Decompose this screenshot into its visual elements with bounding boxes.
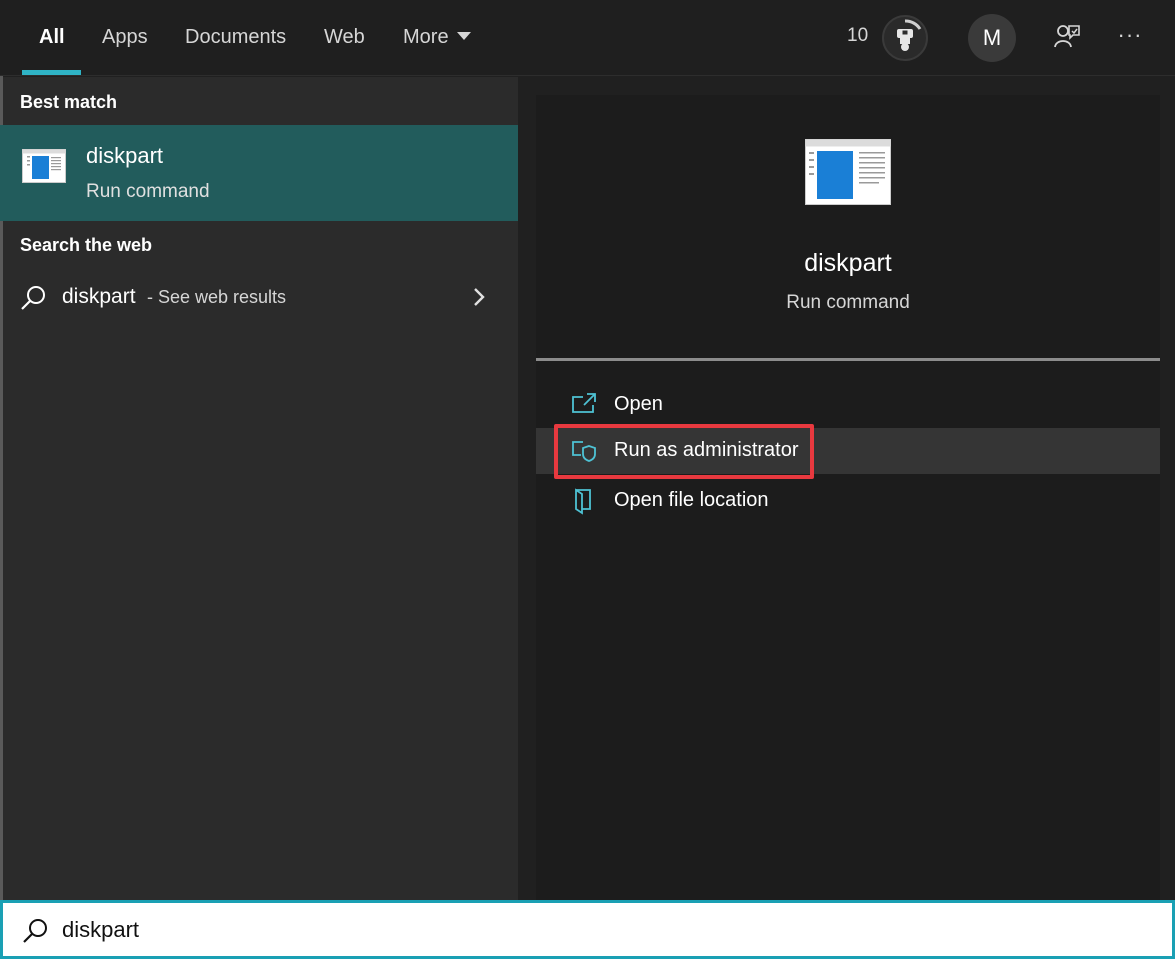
run-as-administrator-action[interactable]: Run as administrator [536, 424, 1160, 479]
open-icon [570, 391, 598, 419]
open-file-location-action[interactable]: Open file location [536, 478, 1160, 524]
file-location-icon [570, 487, 598, 515]
chevron-right-icon [470, 286, 488, 308]
tab-all[interactable]: All [39, 0, 65, 76]
tab-documents[interactable]: Documents [185, 0, 286, 76]
search-tabs-bar: All Apps Documents Web More 10 M ··· [0, 0, 1175, 76]
web-result-term: diskpart [62, 285, 136, 308]
open-label: Open [614, 393, 663, 415]
tab-web[interactable]: Web [324, 0, 365, 76]
best-match-heading: Best match [20, 92, 118, 112]
open-file-location-label: Open file location [614, 489, 769, 511]
best-match-result[interactable]: diskpart Run command [0, 125, 518, 221]
open-action[interactable]: Open [536, 382, 1160, 428]
divider [536, 358, 1160, 361]
best-match-subtitle: Run command [86, 181, 210, 202]
app-window-large-icon [805, 139, 891, 205]
detail-pane: diskpart Run command Open Run as adminis… [518, 77, 1175, 900]
tab-more[interactable]: More [403, 0, 471, 76]
tab-more-label: More [403, 26, 449, 48]
tab-apps[interactable]: Apps [102, 0, 148, 76]
more-options-icon[interactable]: ··· [1114, 22, 1146, 52]
search-input[interactable] [62, 911, 1112, 949]
user-avatar[interactable]: M [968, 14, 1016, 62]
feedback-icon[interactable] [1052, 22, 1082, 52]
results-pane: Best match diskpart Run command Search t… [0, 77, 518, 900]
detail-title: diskpart [804, 249, 892, 277]
search-web-heading: Search the web [20, 235, 153, 255]
rewards-points: 10 [847, 25, 869, 46]
shield-icon [570, 437, 598, 465]
detail-card: diskpart Run command Open Run as adminis… [536, 95, 1160, 900]
search-box [0, 900, 1175, 959]
caret-down-icon [456, 32, 471, 40]
best-match-title: diskpart [86, 143, 164, 168]
trophy-icon[interactable] [882, 15, 928, 61]
web-result-suffix: - See web results [147, 287, 287, 307]
app-window-icon [22, 149, 66, 183]
search-icon [19, 284, 47, 312]
active-tab-indicator [22, 70, 81, 75]
detail-subtitle: Run command [786, 292, 910, 313]
run-as-administrator-label: Run as administrator [614, 439, 799, 461]
web-search-result[interactable]: diskpart - See web results [0, 275, 518, 321]
search-icon [21, 917, 49, 945]
